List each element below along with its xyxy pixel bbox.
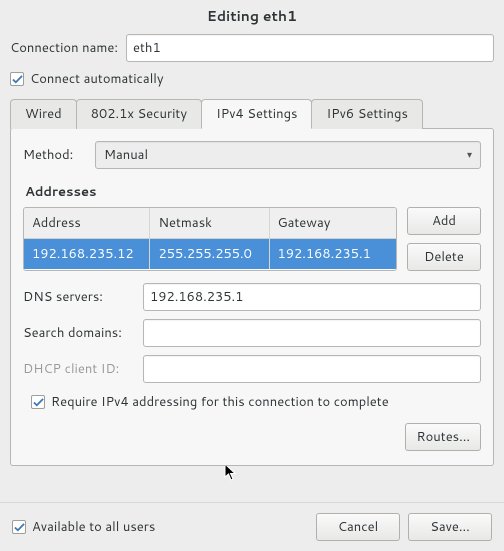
connect-automatically-row: Connect automatically xyxy=(0,70,504,88)
require-ipv4-label: Require IPv4 addressing for this connect… xyxy=(51,393,389,411)
chevron-down-icon: ▾ xyxy=(467,148,472,162)
search-domains-label: Search domains: xyxy=(23,324,143,342)
addresses-heading: Addresses xyxy=(25,183,481,201)
network-connection-editor: Editing eth1 Connection name: Connect au… xyxy=(0,0,504,551)
connection-name-row: Connection name: xyxy=(0,34,504,62)
mouse-cursor-icon xyxy=(224,463,238,486)
search-domains-input[interactable] xyxy=(143,319,481,347)
method-value: Manual xyxy=(104,146,148,164)
method-row: Method: Manual ▾ xyxy=(23,141,481,169)
delete-button[interactable]: Delete xyxy=(407,243,481,271)
tabs-container: Wired 802.1x Security IPv4 Settings IPv6… xyxy=(0,98,504,466)
tab-8021x-security[interactable]: 802.1x Security xyxy=(76,99,202,129)
check-icon xyxy=(14,522,25,533)
check-icon xyxy=(33,397,44,408)
addresses-table[interactable]: Address Netmask Gateway 192.168.235.12 2… xyxy=(23,207,397,271)
method-label: Method: xyxy=(23,146,95,164)
addresses-area: Address Netmask Gateway 192.168.235.12 2… xyxy=(23,207,481,271)
available-all-users-label: Available to all users xyxy=(32,518,155,536)
cell-gateway: 192.168.235.1 xyxy=(270,239,397,269)
tab-wired[interactable]: Wired xyxy=(10,99,77,129)
window-title: Editing eth1 xyxy=(0,0,504,34)
search-domains-row: Search domains: xyxy=(23,319,481,347)
available-all-users-checkbox[interactable] xyxy=(12,520,26,534)
dns-servers-label: DNS servers: xyxy=(23,288,143,306)
col-address[interactable]: Address xyxy=(24,208,150,238)
connect-automatically-label: Connect automatically xyxy=(30,70,164,88)
tab-strip: Wired 802.1x Security IPv4 Settings IPv6… xyxy=(10,98,494,128)
routes-row: Routes... xyxy=(23,423,481,451)
tab-ipv6-settings[interactable]: IPv6 Settings xyxy=(311,99,422,129)
addresses-buttons: Add Delete xyxy=(407,207,481,271)
connection-name-label: Connection name: xyxy=(10,39,118,57)
require-ipv4-checkbox[interactable] xyxy=(31,395,45,409)
col-gateway[interactable]: Gateway xyxy=(270,208,397,238)
method-combobox[interactable]: Manual ▾ xyxy=(95,141,481,169)
connect-automatically-checkbox[interactable] xyxy=(10,72,24,86)
dns-servers-row: DNS servers: xyxy=(23,283,481,311)
dhcp-client-id-label: DHCP client ID: xyxy=(23,360,143,378)
col-netmask[interactable]: Netmask xyxy=(150,208,269,238)
tab-ipv4-settings[interactable]: IPv4 Settings xyxy=(201,99,312,129)
dns-servers-input[interactable] xyxy=(143,283,481,311)
dhcp-client-id-input xyxy=(143,355,481,383)
dialog-footer: Available to all users Cancel Save... xyxy=(0,502,504,551)
require-ipv4-row: Require IPv4 addressing for this connect… xyxy=(31,393,481,411)
table-row[interactable]: 192.168.235.12 255.255.255.0 192.168.235… xyxy=(24,239,396,269)
cancel-button[interactable]: Cancel xyxy=(316,513,400,541)
cell-address: 192.168.235.12 xyxy=(24,239,150,269)
save-button[interactable]: Save... xyxy=(408,513,492,541)
add-button[interactable]: Add xyxy=(407,207,481,235)
check-icon xyxy=(12,74,23,85)
addresses-header-row: Address Netmask Gateway xyxy=(24,208,396,239)
ipv4-settings-panel: Method: Manual ▾ Addresses Address Netma… xyxy=(10,128,494,466)
connection-name-input[interactable] xyxy=(126,34,494,62)
cell-netmask: 255.255.255.0 xyxy=(150,239,269,269)
routes-button[interactable]: Routes... xyxy=(405,423,481,451)
dhcp-client-id-row: DHCP client ID: xyxy=(23,355,481,383)
